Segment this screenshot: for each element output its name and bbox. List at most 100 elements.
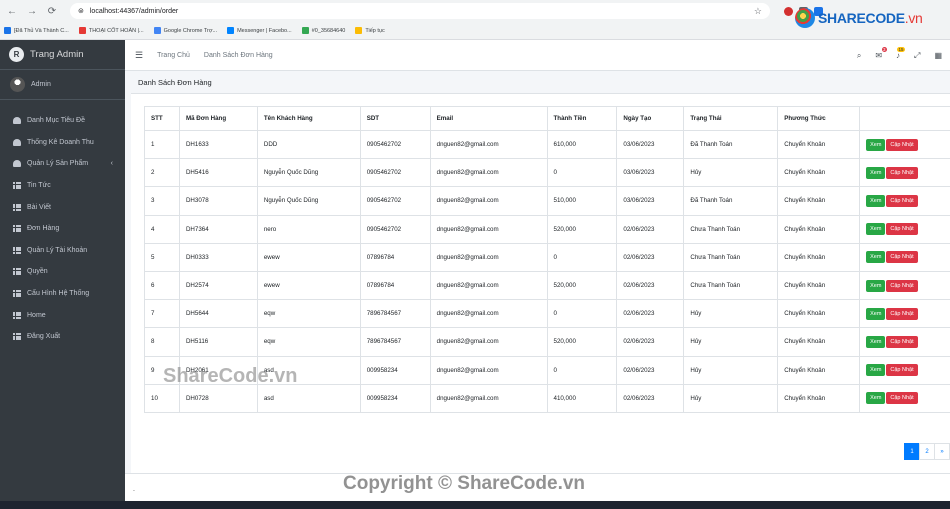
sidebar-item-3[interactable]: Tin Tức xyxy=(0,175,125,197)
view-button[interactable]: Xem xyxy=(866,166,886,179)
orders-card: STT Mã Đơn Hàng Tên Khách Hàng SDT Email Thàn… xyxy=(131,93,950,473)
table-cell: DH5644 xyxy=(178,299,258,329)
back-icon[interactable]: ← xyxy=(6,6,18,17)
table-cell: 02/06/2023 xyxy=(616,355,685,385)
view-button[interactable]: Xem xyxy=(866,335,886,348)
table-cell: 8 xyxy=(144,327,180,357)
table-cell: 0905462702 xyxy=(359,129,431,160)
bookmark-label: THOẠI CỐT HOÀN |... xyxy=(88,27,144,34)
sidebar-item-2[interactable]: Quản Lý Sản Phẩm ‹ xyxy=(0,153,125,175)
grid-icon xyxy=(12,267,21,276)
sidebar-item-4[interactable]: Bài Viết xyxy=(0,196,125,218)
table-cell: 7896784567 xyxy=(359,327,431,357)
control-sidebar-icon[interactable]: ▦ xyxy=(934,51,942,60)
page-button[interactable]: 1 xyxy=(904,443,920,460)
actions-cell: Xem Cập Nhật xyxy=(859,158,950,188)
sidebar-item-9[interactable]: Home xyxy=(0,304,125,326)
bookmark-item[interactable]: Tiếp tục xyxy=(355,27,385,34)
update-button[interactable]: Cập Nhật xyxy=(886,335,918,348)
column-header: Phương Thức xyxy=(777,106,861,131)
table-cell: 410,000 xyxy=(546,383,618,413)
chevron-left-icon[interactable]: ‹ xyxy=(111,160,113,167)
fullscreen-icon[interactable]: ⤢ xyxy=(914,51,920,61)
forward-icon[interactable]: → xyxy=(26,6,38,17)
update-button[interactable]: Cập Nhật xyxy=(886,364,918,377)
update-button[interactable]: Cập Nhật xyxy=(886,392,918,405)
update-button[interactable]: Cập Nhật xyxy=(886,223,918,236)
sidebar: R Trang Admin Admin Danh Mục Tiêu Đề Thốn… xyxy=(0,40,125,501)
bookmark-item[interactable]: Messenger | Facebo... xyxy=(227,27,292,34)
table-row: 2 DH5416 Nguyễn Quốc Dũng 0905462702 dnguen8… xyxy=(144,158,950,188)
gauge-icon xyxy=(12,116,21,125)
view-button[interactable]: Xem xyxy=(866,194,886,207)
view-button[interactable]: Xem xyxy=(866,364,886,377)
nav-link-home[interactable]: Trang Chủ xyxy=(157,52,190,59)
sidebar-item-1[interactable]: Thống Kê Doanh Thu xyxy=(0,132,125,154)
view-button[interactable]: Xem xyxy=(866,307,886,320)
table-cell: 7 xyxy=(144,299,180,329)
table-cell: 0 xyxy=(546,355,618,385)
bookmark-label: Google Chrome Trợ... xyxy=(163,27,218,34)
update-button[interactable]: Cập Nhật xyxy=(886,166,918,179)
sidebar-item-6[interactable]: Quản Lý Tài Khoản xyxy=(0,240,125,262)
page-title: Danh Sách Đơn Hàng xyxy=(138,77,212,87)
address-bar[interactable]: ⊜ localhost:44367/admin/order ☆ xyxy=(70,3,770,19)
table-cell: 6 xyxy=(144,270,180,301)
bookmark-favicon-icon xyxy=(4,27,11,34)
sidebar-item-10[interactable]: Đăng Xuất xyxy=(0,326,125,348)
table-cell: DH5116 xyxy=(178,327,258,357)
table-row: 6 DH2574 ewew 07896784 dnguen82@gmail.com 520… xyxy=(144,270,950,301)
bookmark-item[interactable]: [Đã Thủ Và Thành C... xyxy=(4,27,69,34)
column-header xyxy=(859,106,950,131)
view-button[interactable]: Xem xyxy=(866,392,886,405)
table-cell: dnguen82@gmail.com xyxy=(429,186,548,216)
update-button[interactable]: Cập Nhật xyxy=(886,194,918,207)
sidebar-item-label: Home xyxy=(27,311,46,319)
bookmark-item[interactable]: #0_35684640 xyxy=(301,27,345,34)
avatar xyxy=(10,77,25,92)
sidebar-item-8[interactable]: Cấu Hình Hệ Thống xyxy=(0,283,125,305)
extension-icon[interactable] xyxy=(784,6,793,16)
view-button[interactable]: Xem xyxy=(866,251,886,264)
page-button[interactable]: 2 xyxy=(919,443,935,460)
actions-cell: Xem Cập Nhật xyxy=(859,270,950,301)
sidebar-item-label: Quyền xyxy=(27,268,48,276)
table-cell: DH3078 xyxy=(178,186,258,216)
bookmark-item[interactable]: THOẠI CỐT HOÀN |... xyxy=(78,27,144,34)
site-info-icon[interactable]: ⊜ xyxy=(78,7,84,15)
view-button[interactable]: Xem xyxy=(866,223,886,236)
brand[interactable]: R Trang Admin xyxy=(0,40,125,70)
nav-link-orders[interactable]: Danh Sách Đơn Hàng xyxy=(204,52,273,59)
sidebar-item-label: Danh Mục Tiêu Đề xyxy=(27,117,85,125)
messages-icon[interactable]: ✉ 3 xyxy=(875,47,888,60)
bookmark-star-icon[interactable]: ☆ xyxy=(754,6,762,17)
table-cell: 0905462702 xyxy=(359,158,431,188)
menu-toggle-icon[interactable]: ☰ xyxy=(135,50,143,61)
user-name: Admin xyxy=(31,81,51,88)
reload-icon[interactable]: ⟳ xyxy=(46,6,58,17)
bookmark-favicon-icon xyxy=(153,27,161,34)
update-button[interactable]: Cập Nhật xyxy=(886,307,918,320)
sidebar-item-5[interactable]: Đơn Hàng xyxy=(0,218,125,240)
update-button[interactable]: Cập Nhật xyxy=(886,138,918,151)
table-cell: 0 xyxy=(546,158,618,188)
update-button[interactable]: Cập Nhật xyxy=(886,251,918,264)
bell-icon[interactable]: ♪ 15 xyxy=(896,47,906,60)
column-header: Ngày Tạo xyxy=(616,106,685,131)
table-cell: DH1633 xyxy=(178,129,258,160)
search-icon[interactable]: ⌕ xyxy=(857,51,861,61)
table-cell: 7896784567 xyxy=(359,299,431,329)
user-panel[interactable]: Admin xyxy=(0,70,125,100)
view-button[interactable]: Xem xyxy=(866,279,886,292)
actions-cell: Xem Cập Nhật xyxy=(859,242,950,272)
update-button[interactable]: Cập Nhật xyxy=(886,279,918,292)
table-row: 3 DH3078 Nguyễn Quốc Dũng 0905462702 dnguen8… xyxy=(144,186,950,216)
sidebar-item-7[interactable]: Quyền xyxy=(0,261,125,283)
table-cell: 0 xyxy=(546,299,618,329)
view-button[interactable]: Xem xyxy=(866,138,886,151)
table-cell: dnguen82@gmail.com xyxy=(429,158,548,188)
bookmark-item[interactable]: Google Chrome Trợ... xyxy=(153,27,218,34)
next-page-button[interactable]: » xyxy=(934,443,950,460)
table-cell: 3 xyxy=(144,186,180,216)
sidebar-item-0[interactable]: Danh Mục Tiêu Đề xyxy=(0,110,125,132)
